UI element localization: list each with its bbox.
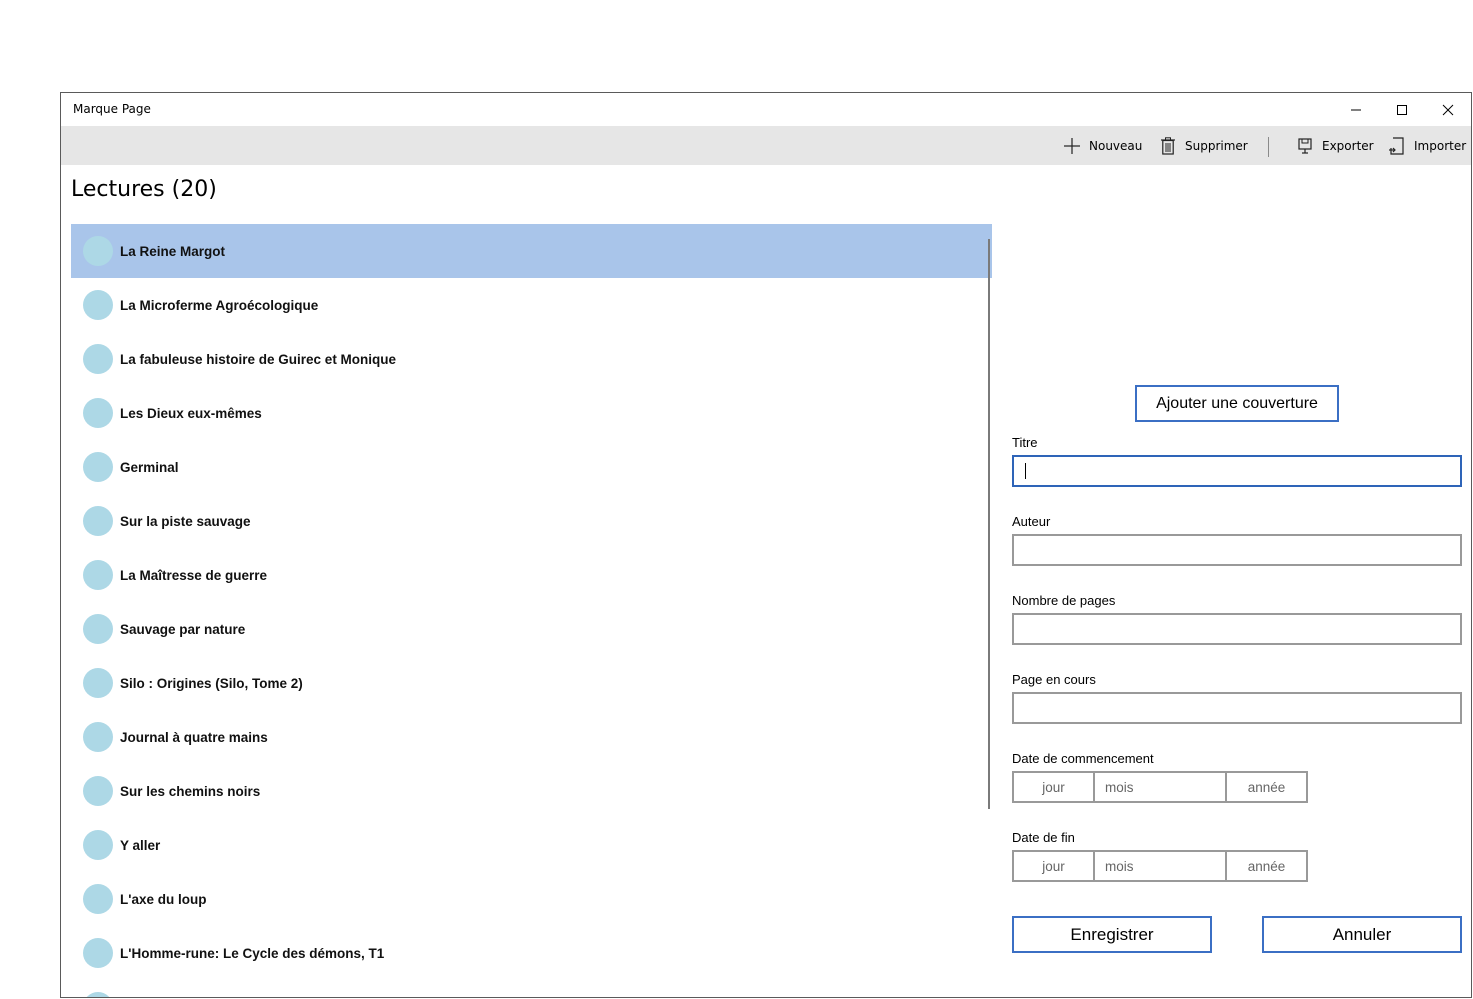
list-item[interactable] [71, 980, 992, 997]
current-page-field[interactable] [1012, 692, 1462, 724]
page-count-field[interactable] [1012, 613, 1462, 645]
list-item[interactable]: La Microferme Agroécologique [71, 278, 992, 332]
list-item[interactable]: Sauvage par nature [71, 602, 992, 656]
export-button[interactable]: Exporter [1295, 126, 1374, 165]
book-title: La Maîtresse de guerre [120, 567, 268, 583]
book-avatar [83, 344, 113, 374]
minimize-icon [1351, 109, 1361, 110]
book-title: La Reine Margot [120, 243, 226, 259]
end-date-label: Date de fin [1012, 830, 1075, 845]
list-item[interactable]: Journal à quatre mains [71, 710, 992, 764]
book-title: Sur la piste sauvage [120, 513, 251, 529]
list-item[interactable]: Y aller [71, 818, 992, 872]
book-avatar [83, 398, 113, 428]
book-avatar [83, 884, 113, 914]
book-avatar [83, 992, 113, 997]
minimize-button[interactable] [1333, 93, 1379, 126]
end-day-field[interactable]: jour [1014, 852, 1095, 880]
list-item[interactable]: Sur la piste sauvage [71, 494, 992, 548]
book-title: L'axe du loup [120, 891, 207, 907]
end-date-picker[interactable]: jour mois année [1012, 850, 1308, 882]
app-title: Marque Page [73, 102, 151, 116]
import-button-label: Importer [1414, 138, 1467, 153]
book-title: Silo : Origines (Silo, Tome 2) [120, 675, 303, 691]
add-cover-button[interactable]: Ajouter une couverture [1135, 385, 1339, 422]
book-avatar [83, 614, 113, 644]
book-title: Y aller [120, 837, 161, 853]
current-page-label: Page en cours [1012, 672, 1096, 687]
book-title: Sauvage par nature [120, 621, 246, 637]
start-month-field[interactable]: mois [1095, 773, 1227, 801]
book-avatar [83, 722, 113, 752]
book-avatar [83, 830, 113, 860]
book-title: Journal à quatre mains [120, 729, 268, 745]
command-separator [1268, 137, 1269, 157]
book-avatar [83, 776, 113, 806]
title-bar[interactable]: Marque Page [61, 93, 1471, 126]
list-item[interactable]: Silo : Origines (Silo, Tome 2) [71, 656, 992, 710]
page-count-label: Nombre de pages [1012, 593, 1116, 608]
book-title: Les Dieux eux-mêmes [120, 405, 262, 421]
list-item[interactable]: Sur les chemins noirs [71, 764, 992, 818]
start-day-field[interactable]: jour [1014, 773, 1095, 801]
list-item[interactable]: L'Homme-rune: Le Cycle des démons, T1 [71, 926, 992, 980]
author-field[interactable] [1012, 534, 1462, 566]
book-title: La fabuleuse histoire de Guirec et Moniq… [120, 351, 397, 367]
book-avatar [83, 938, 113, 968]
new-button-label: Nouveau [1089, 138, 1143, 153]
book-title: La Microferme Agroécologique [120, 297, 319, 313]
books-list[interactable]: La Reine Margot La Microferme Agroécolog… [71, 224, 992, 997]
book-avatar [83, 506, 113, 536]
book-title: L'Homme-rune: Le Cycle des démons, T1 [120, 945, 385, 961]
delete-button-label: Supprimer [1185, 138, 1248, 153]
delete-button[interactable]: Supprimer [1158, 126, 1248, 165]
trash-icon [1158, 136, 1178, 156]
list-item[interactable]: La Maîtresse de guerre [71, 548, 992, 602]
command-bar: Nouveau Supprimer Exporter Importer [61, 126, 1471, 165]
start-date-label: Date de commencement [1012, 751, 1154, 766]
export-button-label: Exporter [1322, 138, 1374, 153]
save-icon [1295, 136, 1315, 156]
close-icon [1442, 104, 1454, 115]
book-avatar [83, 452, 113, 482]
app-window: Marque Page Nouveau Supprimer Exporter I… [60, 92, 1472, 998]
import-button[interactable]: Importer [1387, 126, 1466, 165]
end-year-field[interactable]: année [1227, 852, 1306, 880]
book-title: Germinal [120, 459, 179, 475]
start-year-field[interactable]: année [1227, 773, 1306, 801]
title-field[interactable] [1012, 455, 1462, 487]
book-avatar [83, 236, 113, 266]
list-title: Lectures (20) [71, 177, 217, 202]
list-item[interactable]: Les Dieux eux-mêmes [71, 386, 992, 440]
list-item[interactable]: La fabuleuse histoire de Guirec et Moniq… [71, 332, 992, 386]
maximize-icon [1397, 104, 1407, 115]
new-button[interactable]: Nouveau [1062, 126, 1142, 165]
author-label: Auteur [1012, 514, 1051, 529]
start-date-picker[interactable]: jour mois année [1012, 771, 1308, 803]
book-avatar [83, 560, 113, 590]
cancel-button[interactable]: Annuler [1262, 916, 1462, 953]
list-item[interactable]: La Reine Margot [71, 224, 992, 278]
import-icon [1387, 136, 1407, 156]
end-month-field[interactable]: mois [1095, 852, 1227, 880]
book-avatar [83, 290, 113, 320]
list-item[interactable]: L'axe du loup [71, 872, 992, 926]
plus-icon [1062, 136, 1082, 156]
list-item[interactable]: Germinal [71, 440, 992, 494]
maximize-button[interactable] [1379, 93, 1425, 126]
save-button[interactable]: Enregistrer [1012, 916, 1212, 953]
close-button[interactable] [1425, 93, 1471, 126]
list-scrollbar[interactable] [988, 239, 990, 809]
text-caret [1025, 463, 1026, 479]
book-avatar [83, 668, 113, 698]
title-label: Titre [1012, 435, 1038, 450]
book-title: Sur les chemins noirs [120, 783, 261, 799]
